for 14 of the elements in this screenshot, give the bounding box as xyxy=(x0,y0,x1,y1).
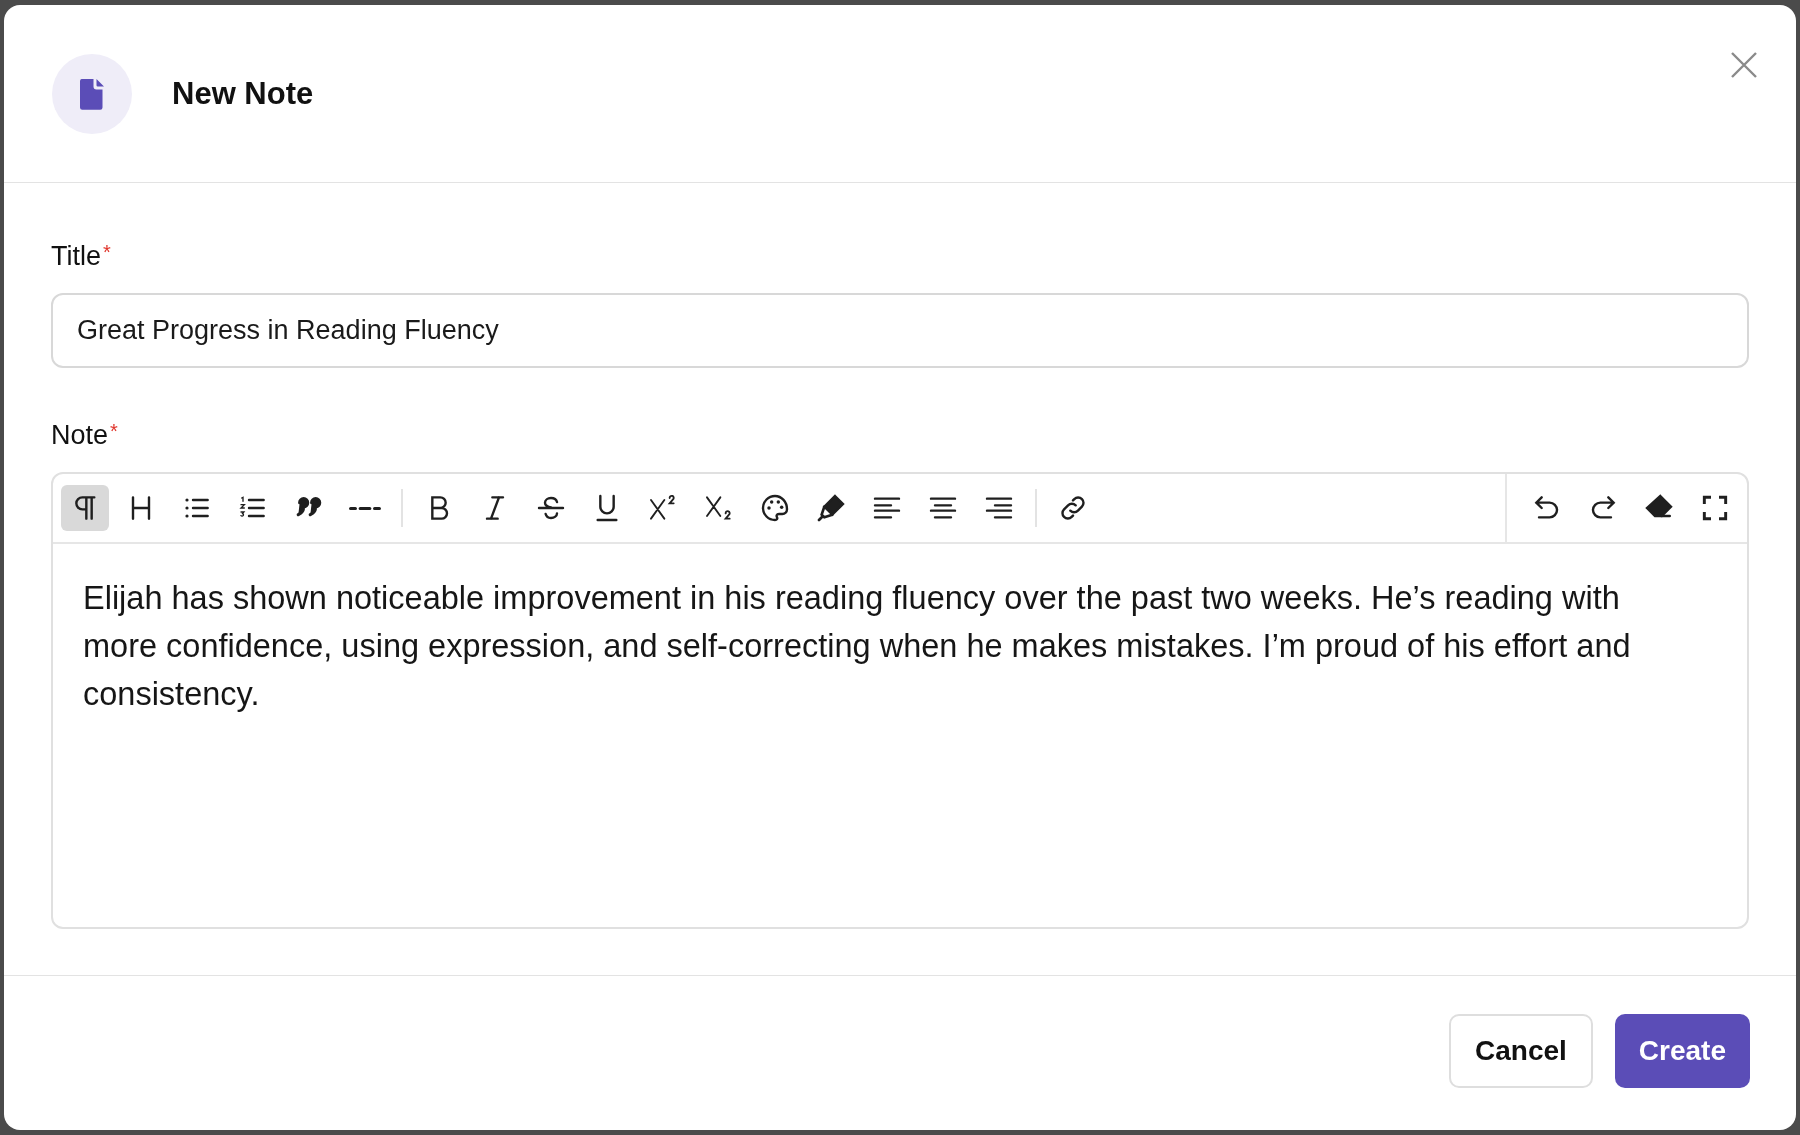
create-button[interactable]: Create xyxy=(1614,1014,1750,1088)
palette-icon xyxy=(759,492,791,524)
paragraph-button[interactable] xyxy=(61,485,109,531)
horizontal-rule-icon xyxy=(349,505,381,511)
dialog-title: New Note xyxy=(172,75,314,112)
highlighter-icon xyxy=(815,492,847,524)
required-mark: * xyxy=(110,420,118,443)
title-field[interactable]: Great Progress in Reading Fluency xyxy=(51,293,1749,368)
required-mark: * xyxy=(103,241,111,264)
cancel-button[interactable]: Cancel xyxy=(1449,1014,1593,1088)
note-text[interactable]: Elijah has shown noticeable improvement in his reading fluency over the past two weeks. He’s reading with more confidence, using expression, and self-correcting when he makes mistakes. I’m proud of his effort and consistency. xyxy=(83,574,1677,718)
field-label: Title xyxy=(51,241,101,272)
field-label: Note xyxy=(51,420,109,451)
note-editor[interactable] xyxy=(51,472,1749,929)
